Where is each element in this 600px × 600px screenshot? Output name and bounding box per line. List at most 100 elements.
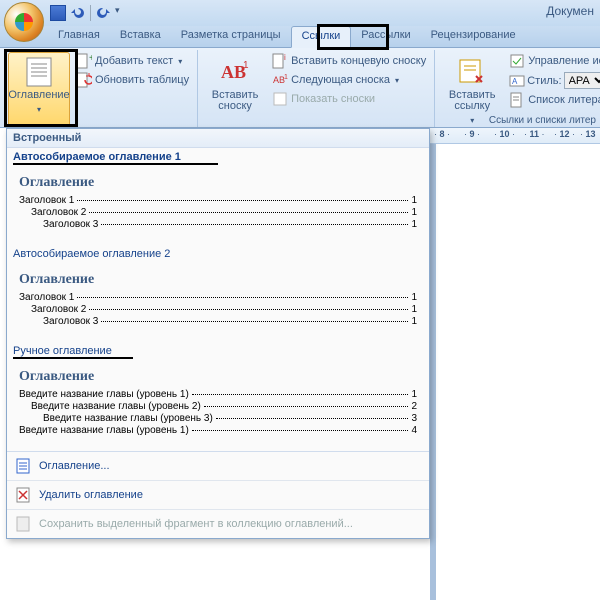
gallery-item-preview: Оглавление Заголовок 11 Заголовок 21 Заг…	[13, 264, 423, 334]
insert-endnote-button[interactable]: i Вставить концевую сноску	[270, 52, 428, 70]
toc-small-buttons: + Добавить текст Обновить таблицу	[74, 52, 191, 127]
toc-row: Введите название главы (уровень 1)1	[19, 389, 417, 400]
gallery-item-auto2[interactable]: Автособираемое оглавление 2 Оглавление З…	[7, 245, 429, 334]
toc-row: Введите название главы (уровень 2)2	[31, 401, 417, 412]
chevron-down-icon	[393, 74, 399, 86]
citation-icon	[456, 56, 488, 88]
gallery-item-preview: Оглавление Введите название главы (урове…	[13, 361, 423, 443]
toc-row: Заголовок 21	[31, 207, 417, 218]
tab-review[interactable]: Рецензирование	[421, 26, 526, 47]
style-select[interactable]: APA	[564, 72, 600, 89]
update-table-label: Обновить таблицу	[95, 74, 189, 86]
toc-gallery: Встроенный Автособираемое оглавление 1 О…	[6, 128, 430, 539]
citation-style-field[interactable]: A Стиль: APA	[507, 71, 600, 90]
add-text-icon: +	[76, 53, 92, 69]
toc-icon	[23, 56, 55, 88]
insert-footnote-label: Вставить сноску	[207, 90, 263, 112]
svg-text:1: 1	[284, 74, 288, 81]
gallery-item-manual[interactable]: Ручное оглавление Оглавление Введите наз…	[7, 342, 429, 443]
title-bar: ▾ Докумен	[0, 0, 600, 26]
remove-toc-icon	[15, 487, 31, 503]
tab-home[interactable]: Главная	[48, 26, 110, 47]
office-button[interactable]	[4, 2, 44, 42]
ribbon-tabs: Главная Вставка Разметка страницы Ссылки…	[0, 26, 600, 48]
save-icon[interactable]	[50, 5, 66, 21]
gallery-item-name: Ручное оглавление	[7, 342, 429, 357]
update-table-button[interactable]: Обновить таблицу	[74, 71, 191, 89]
gallery-item-auto1[interactable]: Автособираемое оглавление 1 Оглавление З…	[7, 148, 429, 237]
tab-page-layout[interactable]: Разметка страницы	[171, 26, 291, 47]
add-text-button[interactable]: + Добавить текст	[74, 52, 191, 70]
gallery-item-name: Автособираемое оглавление 2	[7, 245, 429, 260]
undo-icon[interactable]	[70, 5, 86, 21]
menu-remove-toc-label: Удалить оглавление	[39, 489, 143, 501]
toc-row: Заголовок 21	[31, 304, 417, 315]
menu-save-selection-label: Сохранить выделенный фрагмент в коллекци…	[39, 518, 353, 530]
insert-citation-label: Вставить ссылку	[444, 90, 500, 112]
quick-access-toolbar: ▾	[50, 5, 131, 21]
tab-mailings[interactable]: Рассылки	[351, 26, 420, 47]
highlight-underline	[13, 163, 218, 165]
save-selection-icon	[15, 516, 31, 532]
manage-sources-icon	[509, 53, 525, 69]
update-icon	[76, 72, 92, 88]
gallery-footer: Оглавление... Удалить оглавление Сохрани…	[7, 451, 429, 538]
toc-row: Введите название главы (уровень 1)4	[19, 425, 417, 436]
bibliography-button[interactable]: Список литера	[507, 91, 600, 109]
toc-row: Заголовок 31	[43, 219, 417, 230]
bibliography-icon	[509, 92, 525, 108]
toc-row: Заголовок 31	[43, 316, 417, 327]
preview-title: Оглавление	[19, 173, 417, 191]
svg-text:1: 1	[243, 60, 249, 71]
next-footnote-label: Следующая сноска	[291, 74, 390, 86]
footnote-small-buttons: i Вставить концевую сноску AB1 Следующая…	[270, 52, 428, 127]
footnote-icon: AB1	[219, 56, 251, 88]
bibliography-label: Список литера	[528, 94, 600, 106]
toc-row: Заголовок 11	[19, 292, 417, 303]
show-notes-label: Показать сноски	[291, 93, 375, 105]
chevron-down-icon	[470, 114, 474, 126]
toc-button[interactable]: Оглавление	[8, 52, 70, 127]
style-icon: A	[509, 73, 525, 89]
redo-icon[interactable]	[95, 5, 111, 21]
tab-references[interactable]: Ссылки	[291, 26, 352, 48]
qat-customize-icon[interactable]: ▾	[115, 5, 131, 21]
highlight-underline	[13, 357, 133, 359]
menu-save-selection: Сохранить выделенный фрагмент в коллекци…	[7, 510, 429, 538]
chevron-down-icon	[37, 103, 41, 115]
preview-title: Оглавление	[19, 270, 417, 288]
show-notes-icon	[272, 91, 288, 107]
horizontal-ruler: · 8 · · 9 · · 10 · · 11 · · 12 · · 13 ·	[430, 128, 600, 144]
manage-sources-label: Управление ис	[528, 55, 600, 67]
document-page[interactable]	[430, 144, 600, 600]
toc-row: Введите название главы (уровень 3)3	[43, 413, 417, 424]
menu-insert-toc-label: Оглавление...	[39, 460, 110, 472]
next-footnote-button[interactable]: AB1 Следующая сноска	[270, 71, 428, 89]
add-text-label: Добавить текст	[95, 55, 173, 67]
svg-text:A: A	[512, 77, 518, 86]
show-notes-button[interactable]: Показать сноски	[270, 90, 428, 108]
gallery-category-builtin: Встроенный	[7, 129, 429, 148]
next-footnote-icon: AB1	[272, 72, 288, 88]
insert-footnote-button[interactable]: AB1 Вставить сноску	[204, 52, 266, 127]
menu-remove-toc[interactable]: Удалить оглавление	[7, 481, 429, 509]
office-logo-icon	[15, 13, 33, 31]
style-label: Стиль:	[527, 75, 561, 87]
endnote-icon: i	[272, 53, 288, 69]
tab-insert[interactable]: Вставка	[110, 26, 171, 47]
group-citations-label: Ссылки и списки литер	[489, 115, 596, 126]
gallery-item-preview: Оглавление Заголовок 11 Заголовок 21 Заг…	[13, 167, 423, 237]
manage-sources-button[interactable]: Управление ис	[507, 52, 600, 70]
svg-text:+: +	[89, 53, 92, 64]
toc-row: Заголовок 11	[19, 195, 417, 206]
preview-title: Оглавление	[19, 367, 417, 385]
toc-button-label: Оглавление	[8, 90, 69, 101]
svg-text:i: i	[284, 53, 286, 62]
group-footnotes: AB1 Вставить сноску i Вставить концевую …	[198, 50, 435, 127]
menu-insert-toc[interactable]: Оглавление...	[7, 452, 429, 480]
group-toc: Оглавление + Добавить текст Обновить таб…	[2, 50, 198, 127]
qat-separator	[90, 5, 91, 21]
insert-endnote-label: Вставить концевую сноску	[291, 55, 426, 67]
document-title: Докумен	[546, 4, 594, 18]
chevron-down-icon	[176, 55, 182, 67]
